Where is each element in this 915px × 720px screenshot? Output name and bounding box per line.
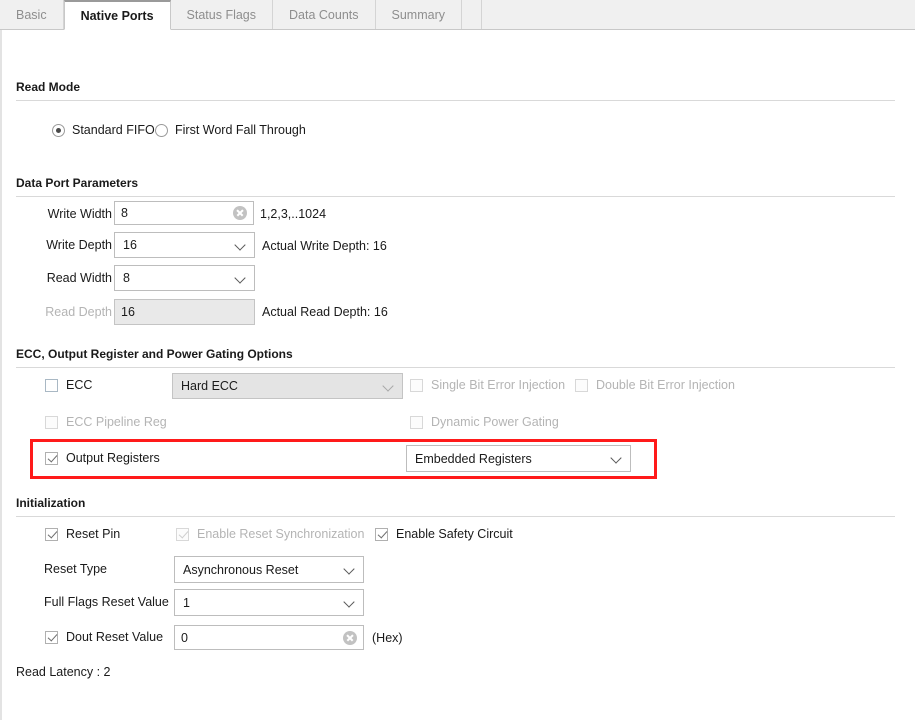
label-write-width: Write Width: [47, 207, 112, 221]
output-registers-mode-select[interactable]: Embedded Registers: [406, 445, 631, 472]
tab-status-flags[interactable]: Status Flags: [170, 0, 274, 29]
hint-actual-read-depth: Actual Read Depth: 16: [262, 305, 388, 319]
tab-label: Native Ports: [80, 8, 154, 23]
tab-label: Status Flags: [186, 7, 257, 22]
checkbox-indicator: [45, 630, 58, 644]
chevron-down-icon: [383, 381, 394, 392]
radio-label: Standard FIFO: [72, 123, 155, 137]
checkbox-reset-pin[interactable]: Reset Pin: [45, 527, 120, 541]
clear-icon[interactable]: [233, 206, 247, 220]
checkbox-label: Single Bit Error Injection: [431, 378, 566, 392]
checkbox-label: ECC Pipeline Reg: [66, 415, 167, 429]
tab-label: Summary: [391, 7, 445, 22]
checkbox-indicator: [375, 527, 388, 541]
section-title-data-port-parameters: Data Port Parameters: [16, 176, 139, 190]
checkbox-label: Reset Pin: [66, 527, 121, 541]
read-width-select[interactable]: 8: [114, 265, 255, 291]
radio-first-word-fall-through[interactable]: First Word Fall Through: [155, 123, 306, 137]
radio-indicator: [52, 123, 65, 137]
write-depth-select[interactable]: 16: [114, 232, 255, 258]
reset-type-select[interactable]: Asynchronous Reset: [174, 556, 364, 583]
chevron-down-icon: [235, 240, 246, 251]
checkbox-indicator: [575, 378, 588, 392]
tab-data-counts[interactable]: Data Counts: [273, 0, 376, 29]
tab-label: Data Counts: [289, 7, 359, 22]
read-depth-value: 16: [121, 305, 135, 319]
section-divider-ecc-options: [16, 367, 895, 368]
read-depth-input: 16: [114, 299, 255, 325]
ecc-mode-value: Hard ECC: [181, 379, 238, 393]
label-read-depth: Read Depth: [45, 305, 112, 319]
write-depth-value: 16: [123, 238, 137, 252]
checkbox-label: Enable Safety Circuit: [396, 527, 513, 541]
read-width-value: 8: [123, 271, 130, 285]
hint-write-width: 1,2,3,..1024: [260, 207, 327, 221]
section-title-initialization: Initialization: [16, 496, 86, 510]
chevron-down-icon: [235, 273, 246, 284]
ecc-mode-select: Hard ECC: [172, 373, 403, 399]
section-title-read-mode: Read Mode: [16, 80, 81, 94]
tab-summary[interactable]: Summary: [375, 0, 462, 29]
checkbox-ecc-pipeline-reg: ECC Pipeline Reg: [45, 415, 167, 429]
chevron-down-icon: [344, 564, 355, 575]
clear-icon[interactable]: [343, 630, 357, 645]
checkbox-output-registers[interactable]: Output Registers: [45, 451, 160, 465]
fifo-generator-native-ports-page: Basic Native Ports Status Flags Data Cou…: [0, 0, 915, 720]
checkbox-ecc[interactable]: ECC: [45, 378, 92, 392]
checkbox-single-bit-error-injection: Single Bit Error Injection: [410, 378, 565, 392]
dout-reset-value-input[interactable]: 0: [174, 625, 364, 650]
full-flags-reset-value-select[interactable]: 1: [174, 589, 364, 616]
checkbox-indicator: [410, 415, 423, 429]
write-width-input[interactable]: 8: [114, 201, 254, 225]
checkbox-label: Double Bit Error Injection: [596, 378, 735, 392]
read-latency-text: Read Latency : 2: [16, 665, 111, 679]
tab-bar-filler: [461, 0, 482, 29]
label-read-width: Read Width: [46, 271, 112, 285]
section-divider-initialization: [16, 516, 895, 517]
write-width-value: 8: [121, 206, 128, 220]
radio-indicator: [155, 123, 168, 137]
checkbox-dynamic-power-gating: Dynamic Power Gating: [410, 415, 559, 429]
label-write-depth: Write Depth: [46, 238, 112, 252]
checkbox-dout-reset-value[interactable]: Dout Reset Value: [45, 630, 163, 644]
full-flags-reset-value: 1: [183, 595, 190, 610]
chevron-down-icon: [344, 597, 355, 608]
tab-bar: Basic Native Ports Status Flags Data Cou…: [0, 0, 915, 30]
hint-actual-write-depth: Actual Write Depth: 16: [262, 239, 387, 253]
label-full-flags-reset-value: Full Flags Reset Value: [44, 595, 169, 609]
checkbox-indicator: [410, 378, 423, 392]
checkbox-label: Output Registers: [66, 451, 160, 465]
section-divider-data-port-parameters: [16, 196, 895, 197]
radio-standard-fifo[interactable]: Standard FIFO: [52, 123, 155, 137]
checkbox-enable-safety-circuit[interactable]: Enable Safety Circuit: [375, 527, 513, 541]
output-registers-mode-value: Embedded Registers: [415, 451, 532, 466]
checkbox-indicator: [45, 415, 58, 429]
checkbox-indicator: [45, 527, 58, 541]
checkbox-double-bit-error-injection: Double Bit Error Injection: [575, 378, 735, 392]
checkbox-enable-reset-synchronization: Enable Reset Synchronization: [176, 527, 364, 541]
tab-native-ports[interactable]: Native Ports: [63, 0, 171, 30]
checkbox-label: Enable Reset Synchronization: [197, 527, 365, 541]
checkbox-indicator: [45, 451, 58, 465]
tab-label: Basic: [16, 7, 47, 22]
section-title-ecc-options: ECC, Output Register and Power Gating Op…: [16, 347, 293, 361]
checkbox-label: Dynamic Power Gating: [431, 415, 559, 429]
radio-label: First Word Fall Through: [175, 123, 306, 137]
hint-dout-reset-value-hex: (Hex): [372, 631, 403, 645]
dout-reset-value: 0: [181, 630, 188, 645]
panel-content: Read Mode Standard FIFO First Word Fall …: [0, 30, 915, 720]
chevron-down-icon: [611, 453, 622, 464]
tab-basic[interactable]: Basic: [0, 0, 64, 29]
checkbox-label: Dout Reset Value: [66, 630, 164, 644]
checkbox-indicator: [45, 378, 58, 392]
tab-bar-empty-area: [481, 0, 915, 29]
reset-type-value: Asynchronous Reset: [183, 562, 299, 577]
checkbox-indicator: [176, 527, 189, 541]
checkbox-label: ECC: [66, 378, 93, 392]
label-reset-type: Reset Type: [44, 562, 108, 576]
section-divider-read-mode: [16, 100, 895, 101]
